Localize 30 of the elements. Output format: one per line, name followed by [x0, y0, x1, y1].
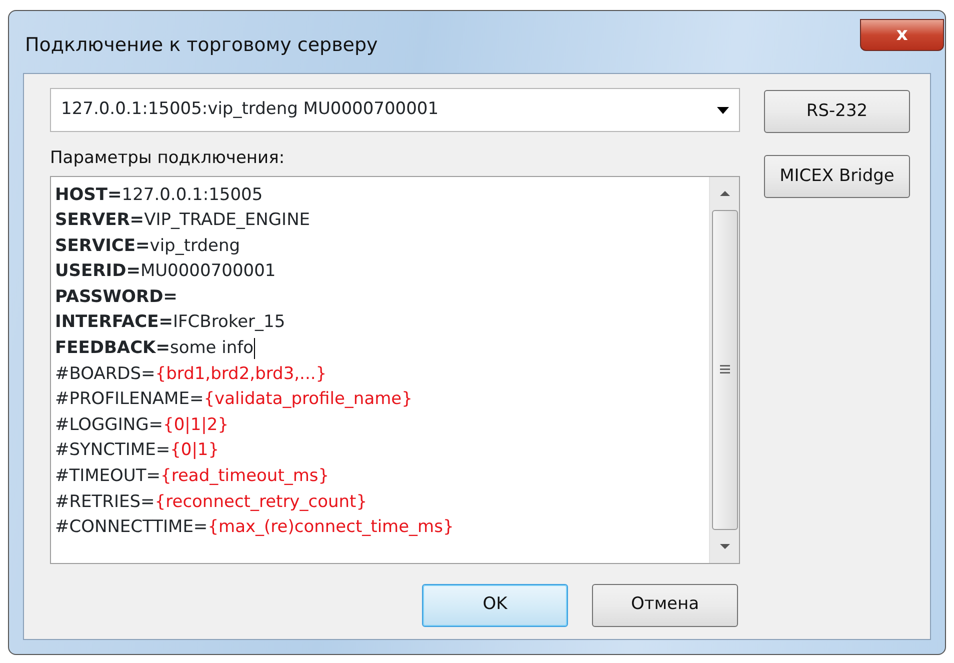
comment-line: #TIMEOUT={read_timeout_ms}	[55, 465, 330, 488]
param-line: FEEDBACK=some info	[55, 337, 256, 362]
comment-line: #SYNCTIME={0|1}	[55, 439, 220, 462]
param-line: HOST=127.0.0.1:15005	[55, 184, 264, 206]
params-label: Параметры подключения:	[50, 147, 286, 170]
server-dropdown[interactable]: 127.0.0.1:15005:vip_trdeng MU0000700001	[50, 88, 740, 132]
comment-line: #PROFILENAME={validata_profile_name}	[55, 388, 414, 412]
comment-line: #BOARDS={brd1,brd2,brd3,...}	[55, 362, 328, 386]
param-line: INTERFACE=IFCBroker_15	[55, 311, 286, 334]
scroll-down-icon[interactable]	[720, 544, 730, 548]
ok-button[interactable]: OK	[422, 584, 568, 626]
scroll-thumb[interactable]	[712, 210, 738, 530]
window-title: Подключение к торговому серверу	[25, 33, 378, 58]
comment-line: #LOGGING={0|1|2}	[55, 414, 230, 437]
side-button[interactable]: MICEX Bridge	[764, 155, 910, 198]
scroll-up-icon[interactable]	[720, 190, 730, 196]
vertical-scrollbar[interactable]	[709, 176, 739, 562]
grip-icon	[720, 365, 730, 374]
side-button[interactable]: RS-232	[764, 90, 910, 133]
param-line: SERVER=VIP_TRADE_ENGINE	[55, 209, 312, 232]
caret-icon	[717, 106, 729, 114]
comment-line: #RETRIES={reconnect_retry_count}	[55, 490, 368, 514]
param-line: PASSWORD=	[55, 286, 178, 309]
params-text-area[interactable]	[50, 176, 740, 564]
comment-line: #CONNECTTIME={max_(re)connect_time_ms}	[55, 516, 455, 540]
param-line: USERID=MU0000700001	[55, 260, 277, 284]
param-line: SERVICE=vip_trdeng	[55, 234, 242, 258]
close-button[interactable]: x	[860, 19, 944, 51]
cancel-button[interactable]: Отмена	[592, 584, 738, 626]
dropdown-value: 127.0.0.1:15005:vip_trdeng MU0000700001	[61, 98, 439, 122]
